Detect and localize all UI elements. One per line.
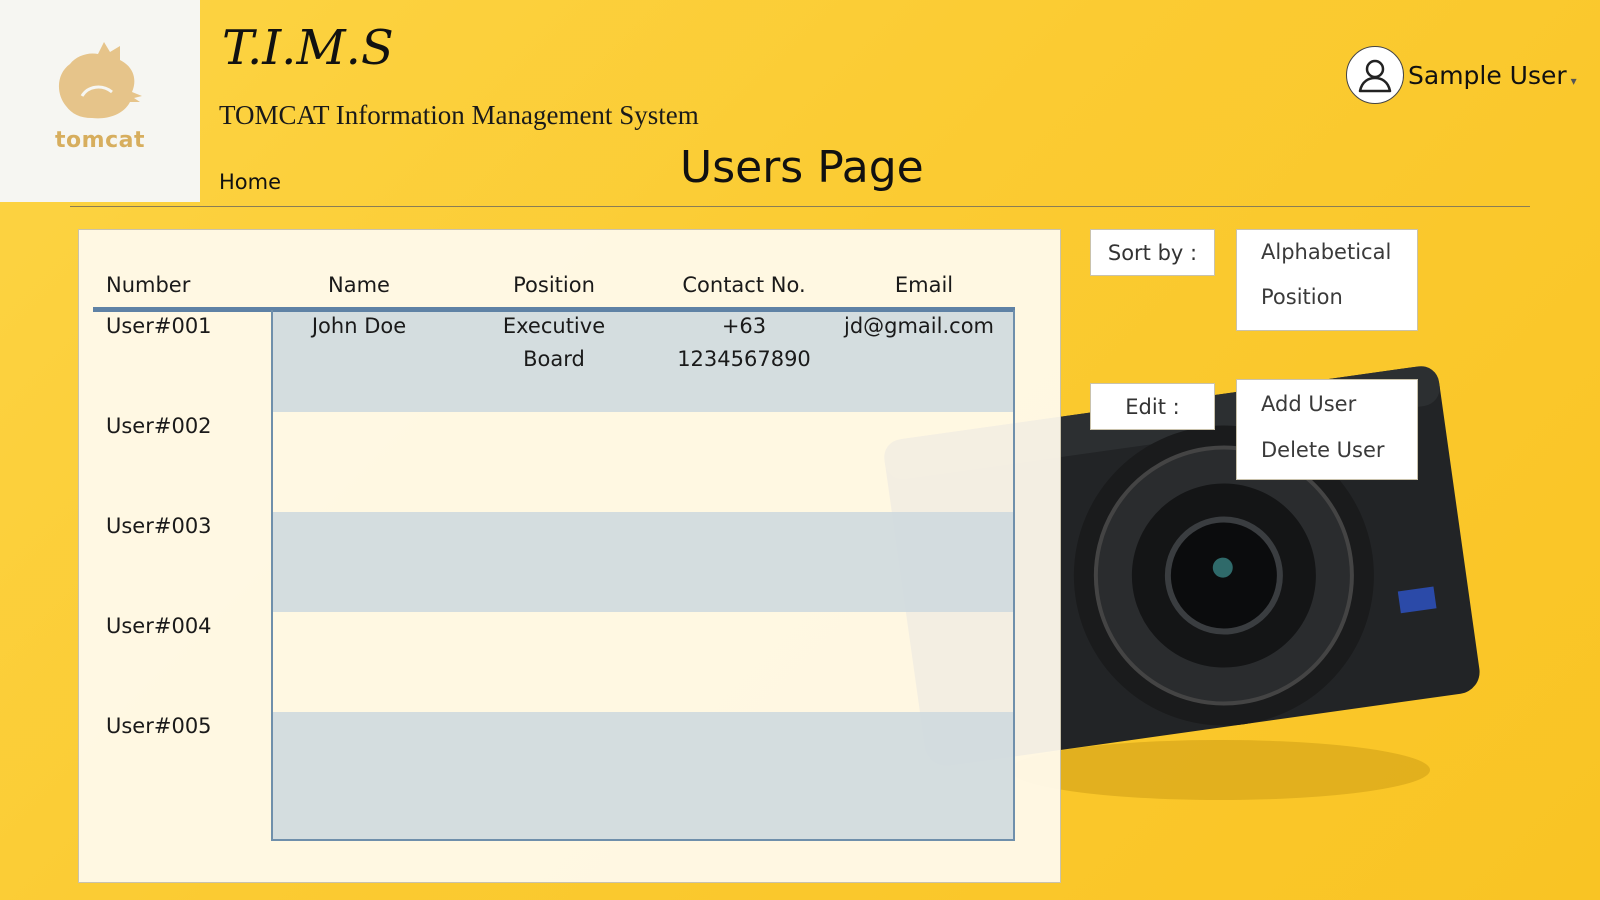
cell-name[interactable]: John Doe (269, 310, 449, 343)
users-table: Number Name Position Contact No. Email U… (78, 229, 1061, 883)
tomcat-logo-icon (58, 42, 142, 119)
sort-option-position[interactable]: Position (1261, 285, 1343, 309)
sort-by-label: Sort by : (1090, 229, 1215, 276)
user-menu[interactable]: Sample User ▾ (1346, 46, 1577, 104)
table-row-number[interactable]: User#002 (106, 414, 212, 438)
cell-contact-line: 1234567890 (677, 347, 811, 371)
user-name: Sample User (1408, 60, 1567, 90)
column-header-position: Position (513, 273, 595, 297)
avatar[interactable] (1346, 46, 1404, 104)
column-header-email: Email (894, 273, 954, 297)
nav-home-link[interactable]: Home (219, 170, 281, 194)
column-header-name: Name (328, 273, 390, 297)
header-divider (70, 206, 1530, 207)
column-header-number: Number (106, 273, 191, 297)
logo-text: tomcat (55, 128, 145, 153)
cell-position-line: Board (523, 347, 585, 371)
table-body (271, 310, 1015, 841)
add-user-button[interactable]: Add User (1261, 392, 1356, 416)
sort-options: Alphabetical Position (1236, 229, 1418, 331)
app-brand: T.I.M.S (222, 20, 394, 76)
table-row-number[interactable]: User#004 (106, 614, 212, 638)
chevron-down-icon[interactable]: ▾ (1571, 74, 1577, 88)
page-title: Users Page (680, 142, 924, 193)
delete-user-button[interactable]: Delete User (1261, 438, 1385, 462)
edit-label: Edit : (1090, 383, 1215, 430)
logo-panel: tomcat (0, 0, 200, 202)
cell-contact[interactable]: +63 1234567890 (649, 310, 839, 376)
column-header-contact: Contact No. (682, 273, 806, 297)
table-row-number[interactable]: User#001 (106, 314, 212, 338)
cell-position[interactable]: Executive Board (464, 310, 644, 376)
cell-contact-line: +63 (721, 314, 767, 338)
edit-options: Add User Delete User (1236, 379, 1418, 480)
cell-position-line: Executive (502, 314, 606, 338)
table-row-number[interactable]: User#005 (106, 714, 212, 738)
cell-email[interactable]: jd@gmail.com (819, 310, 1019, 343)
sort-option-alphabetical[interactable]: Alphabetical (1261, 240, 1391, 264)
app-subtitle: TOMCAT Information Management System (219, 100, 699, 130)
user-icon (1358, 59, 1392, 93)
table-row-number[interactable]: User#003 (106, 514, 212, 538)
